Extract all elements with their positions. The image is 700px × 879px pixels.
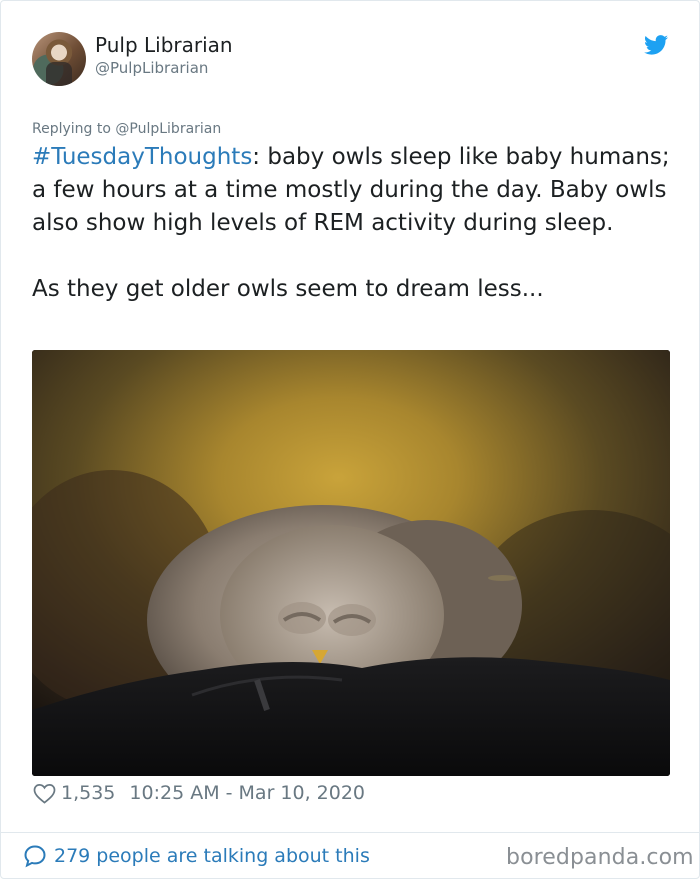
tweet-text: #TuesdayThoughts: baby owls sleep like b…	[32, 141, 677, 306]
author-avatar[interactable]	[32, 32, 86, 86]
talking-text[interactable]: 279 people are talking about this	[54, 845, 370, 867]
author-name[interactable]: Pulp Librarian	[95, 32, 233, 58]
like-count[interactable]: 1,535	[61, 782, 115, 804]
tweet-timestamp[interactable]: 10:25 AM - Mar 10, 2020	[129, 782, 365, 804]
speech-bubble-icon	[24, 845, 46, 868]
footer-divider	[1, 832, 700, 833]
replying-prefix: Replying to	[32, 121, 111, 137]
tweet-meta: 1,535 10:25 AM - Mar 10, 2020	[32, 781, 365, 805]
replying-to: Replying to @PulpLibrarian	[32, 120, 221, 138]
heart-icon[interactable]	[33, 783, 56, 804]
replying-handle-link[interactable]: @PulpLibrarian	[115, 121, 221, 137]
twitter-bird-icon[interactable]	[644, 35, 668, 55]
watermark: boredpanda.com	[506, 845, 694, 870]
tweet-photo[interactable]	[32, 350, 670, 776]
tweet-paragraph-1: #TuesdayThoughts: baby owls sleep like b…	[32, 141, 677, 240]
owl-photo	[32, 350, 670, 776]
tweet-paragraph-2: As they get older owls seem to dream les…	[32, 276, 544, 302]
hashtag-link[interactable]: #TuesdayThoughts	[32, 144, 252, 170]
author-handle[interactable]: @PulpLibrarian	[95, 58, 208, 78]
tweet-card: Pulp Librarian @PulpLibrarian Replying t…	[0, 0, 700, 879]
talking-about-link[interactable]: 279 people are talking about this	[23, 844, 370, 868]
